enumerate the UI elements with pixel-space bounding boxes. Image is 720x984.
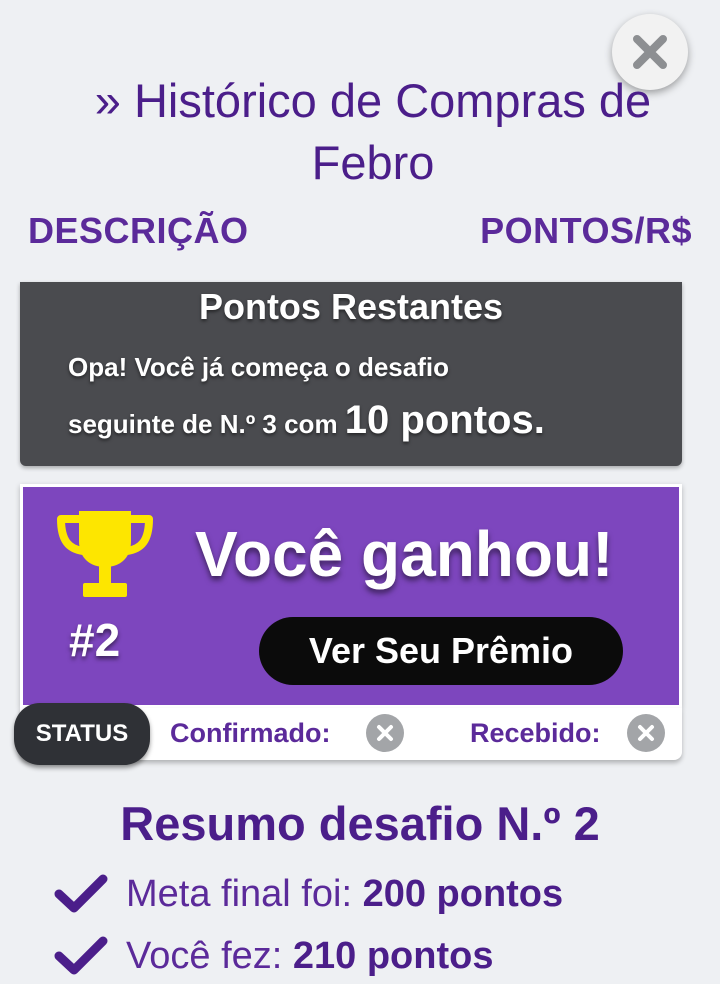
summary-goal-text: Meta final foi: 200 pontos [126, 873, 563, 916]
page-title: » Histórico de Compras de Febro [94, 74, 652, 189]
column-header-points: PONTOS/R$ [480, 210, 692, 251]
summary-made-value: 210 pontos [292, 934, 494, 977]
remaining-points-text-line2: seguinte de N.º 3 com 10 pontos. [68, 398, 545, 443]
summary-goal-label: Meta final foi: [126, 872, 363, 915]
summary-made-label: Você fez: [126, 934, 293, 977]
summary-goal-value: 200 pontos [362, 872, 564, 915]
close-icon [633, 35, 667, 69]
check-icon [54, 874, 108, 913]
status-badge: STATUS [14, 703, 150, 765]
summary-item-made: Você fez: 210 pontos [54, 930, 494, 982]
confirmed-x-circle-icon [366, 714, 404, 752]
remaining-points-text-line1: Opa! Você já começa o desafio [68, 352, 449, 382]
win-card: #2 Você ganhou! Ver Seu Prêmio [20, 484, 682, 708]
column-header-description: DESCRIÇÃO [28, 210, 249, 251]
remaining-points-value: 10 pontos. [344, 398, 545, 442]
remaining-points-text-prefix: seguinte de N.º 3 com [68, 409, 345, 439]
summary-title: Resumo desafio N.º 2 [120, 797, 600, 850]
view-prize-button[interactable]: Ver Seu Prêmio [259, 617, 623, 685]
confirmed-label: Confirmado: [170, 718, 331, 748]
trophy-icon [57, 511, 153, 597]
remaining-points-panel: Pontos Restantes Opa! Você já começa o d… [20, 282, 682, 466]
received-label: Recebido: [470, 718, 601, 748]
summary-made-text: Você fez: 210 pontos [126, 935, 494, 978]
rank-number: #2 [69, 614, 121, 666]
win-message: Você ganhou! [195, 518, 614, 590]
summary-item-goal: Meta final foi: 200 pontos [54, 868, 563, 920]
check-icon [54, 936, 108, 975]
received-x-circle-icon [627, 714, 665, 752]
remaining-points-title: Pontos Restantes [198, 286, 504, 327]
